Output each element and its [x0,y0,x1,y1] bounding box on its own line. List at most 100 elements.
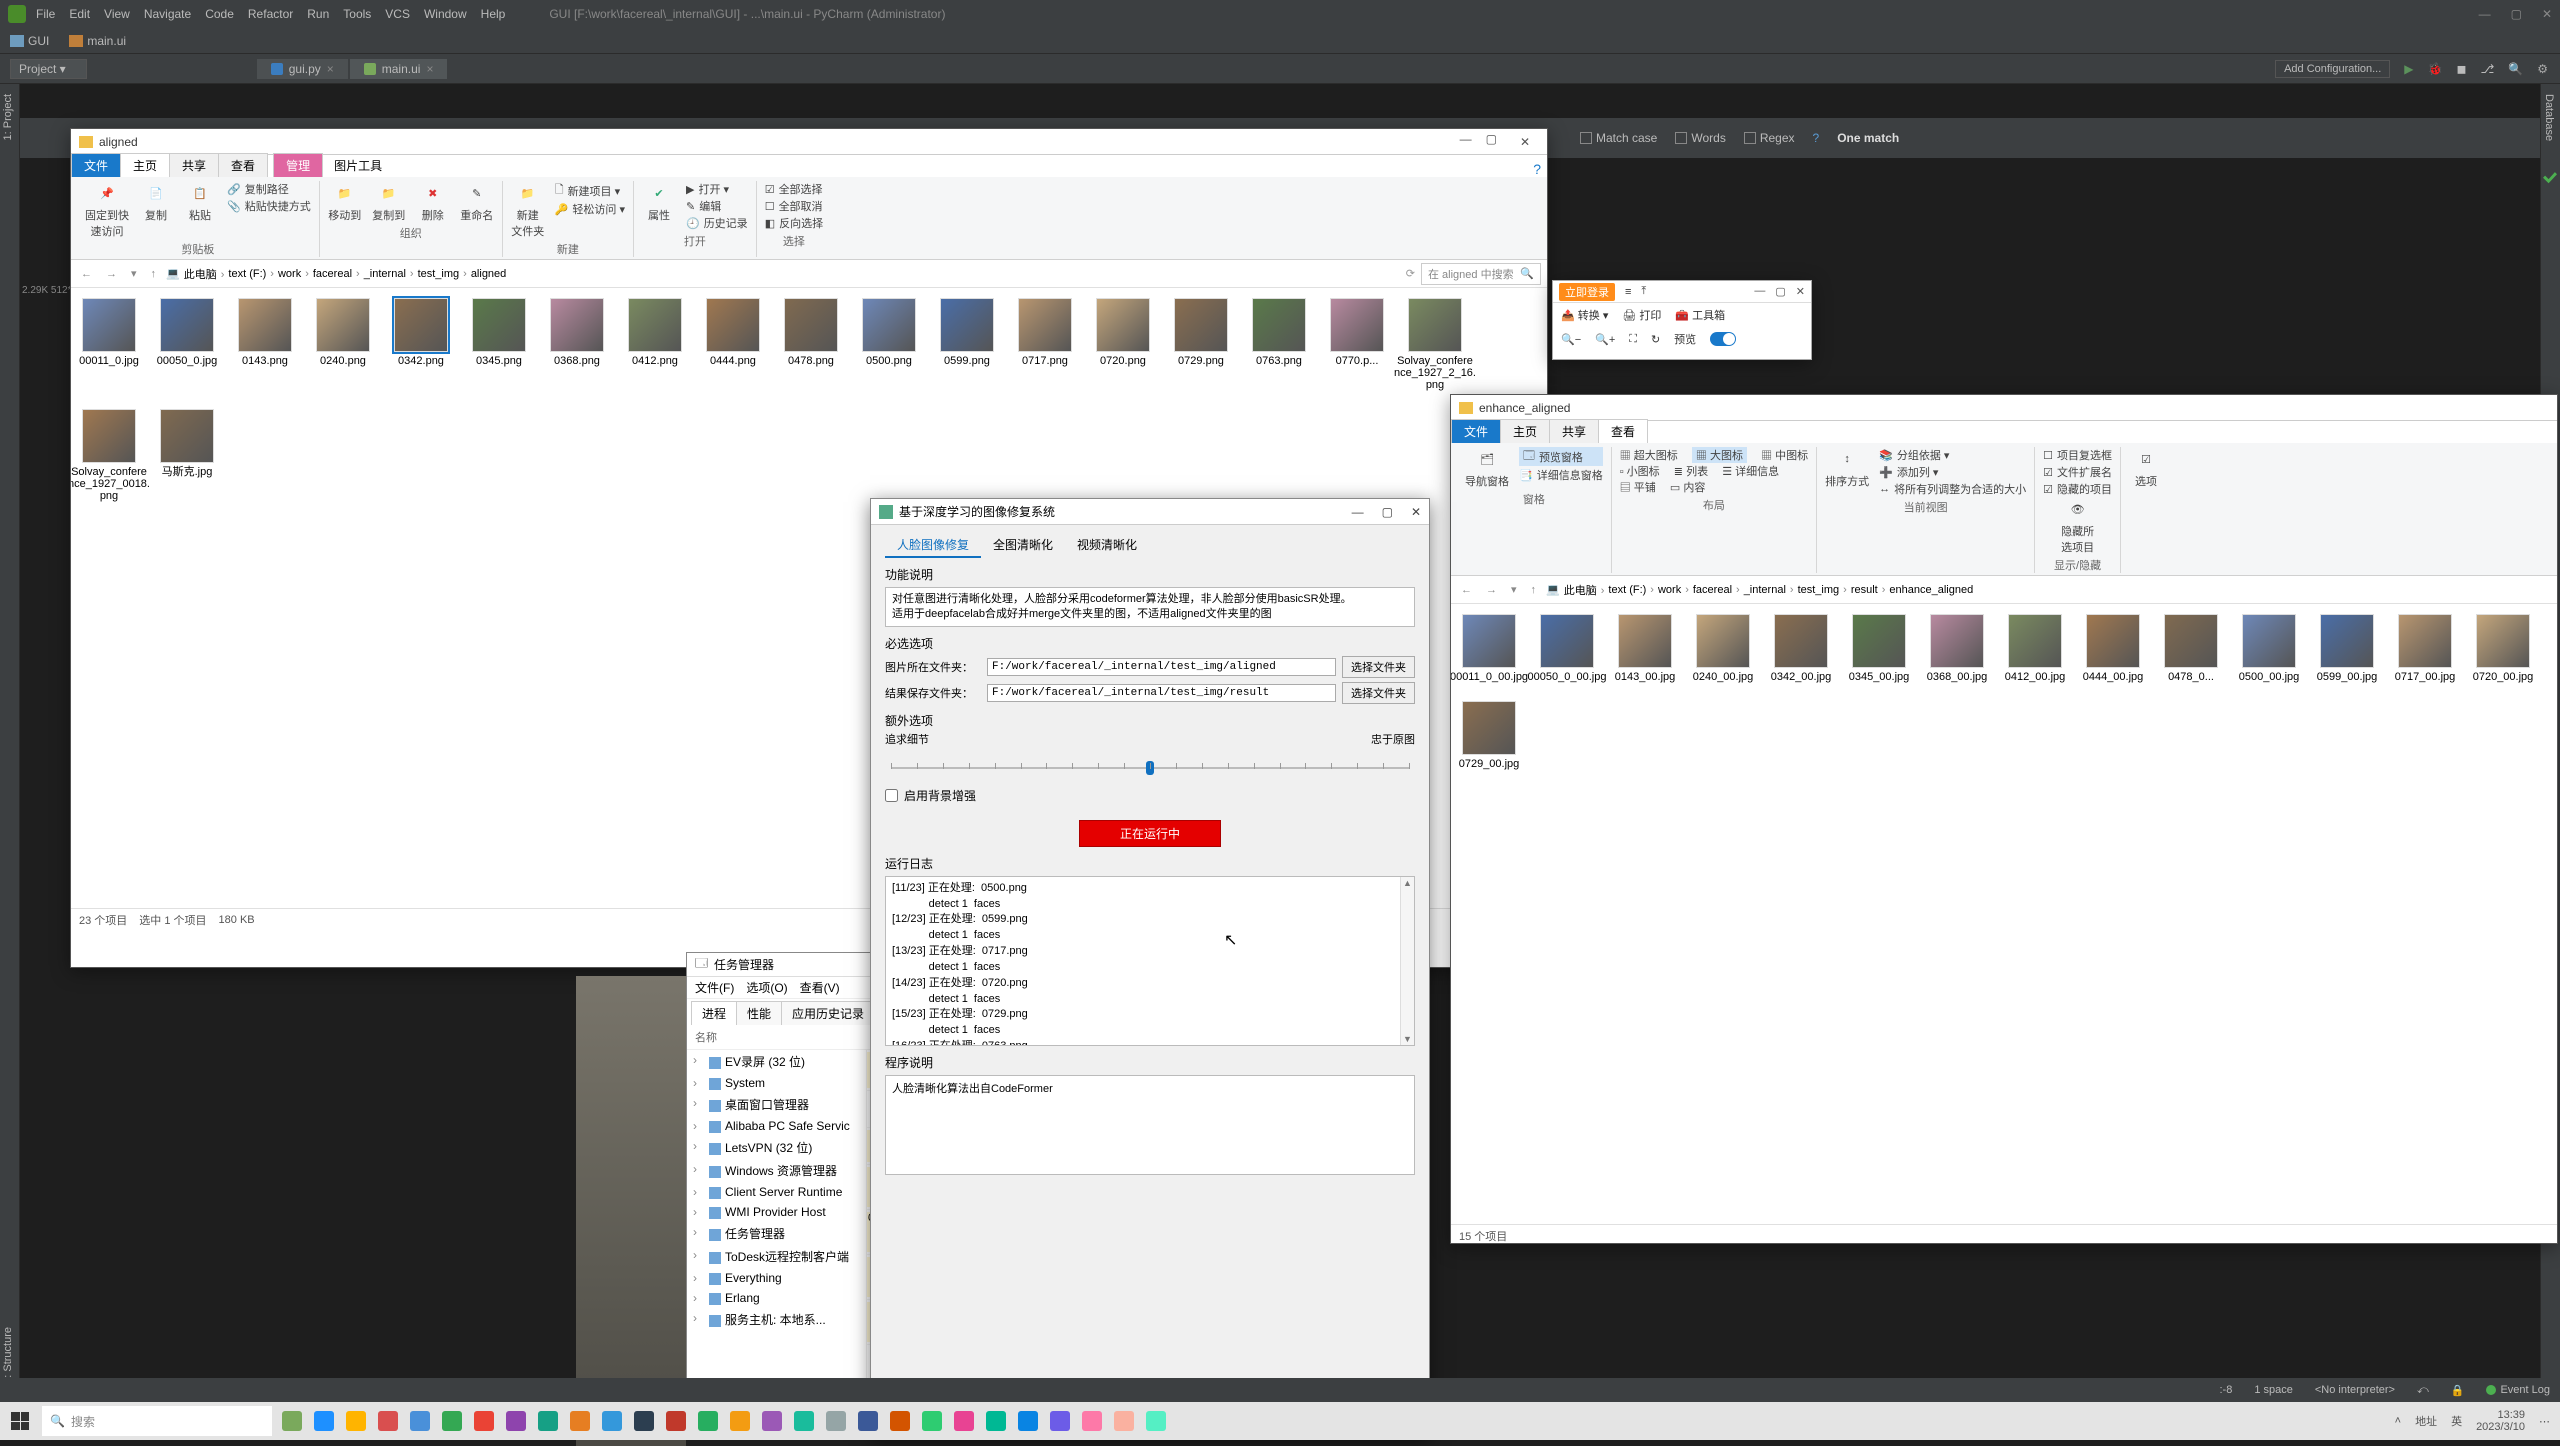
explorer1-title-search[interactable] [144,136,204,148]
maximize-icon[interactable]: ▢ [1486,132,1497,152]
file-thumbnail[interactable]: 0500.png [861,298,917,391]
expand-icon[interactable]: › [693,1248,697,1262]
file-thumbnail[interactable]: 0444_00.jpg [2085,614,2141,683]
process-item[interactable]: ›Client Server Runtime [687,1182,866,1202]
taskbar-app[interactable] [470,1406,498,1436]
convert-dropdown[interactable]: 📤 转换 ▾ [1561,307,1608,323]
process-item[interactable]: ›EV录屏 (32 位) [687,1050,866,1073]
toolbox-button[interactable]: 🧰 工具箱 [1675,307,1725,323]
tab-view[interactable]: 查看 [218,153,268,177]
taskbar-app[interactable] [886,1406,914,1436]
tray-ime-label[interactable]: 英 [2451,1413,2462,1429]
small-icons[interactable]: ▫ 小图标 [1620,463,1660,479]
expand-icon[interactable]: › [693,1076,697,1090]
tab-share[interactable]: 共享 [169,153,219,177]
file-thumbnail[interactable]: 0444.png [705,298,761,391]
tm-menu-options[interactable]: 选项(O) [746,979,787,996]
taskbar-app[interactable] [918,1406,946,1436]
menu-refactor[interactable]: Refactor [248,7,293,21]
taskbar-clock[interactable]: 13:392023/3/10 [2476,1409,2525,1433]
file-thumbnail[interactable]: Solvay_confere nce_1927_2_16. png [1407,298,1463,391]
taskbar-app[interactable] [950,1406,978,1436]
item-checkboxes[interactable]: ☐ 项目复选框 [2043,447,2112,463]
tab-home[interactable]: 主页 [120,153,170,177]
hidden-items[interactable]: ☑ 隐藏的项目 [2043,481,2112,497]
fit-icon[interactable]: ⛶ [1629,333,1637,346]
file-thumbnail[interactable]: 00050_0_00.jpg [1539,614,1595,683]
copy-path[interactable]: 🔗 复制路径 [227,181,311,197]
tab-home[interactable]: 主页 [1500,419,1550,443]
file-thumbnail[interactable]: 0717_00.jpg [2397,614,2453,683]
gutter-project[interactable]: 1: Project [0,84,16,150]
fidelity-slider[interactable] [891,753,1409,781]
file-thumbnail[interactable]: 0478_0... [2163,614,2219,683]
scroll-up-icon[interactable]: ▲ [1403,877,1412,889]
expand-icon[interactable]: › [693,1225,697,1239]
file-thumbnail[interactable]: Solvay_confere nce_1927_0018. png [81,409,137,502]
close-tab-icon[interactable]: × [426,62,433,76]
taskbar-app[interactable] [1142,1406,1170,1436]
indent-indicator[interactable]: 1 space [2254,1384,2293,1396]
taskbar-app[interactable] [502,1406,530,1436]
taskbar-app[interactable] [598,1406,626,1436]
process-item[interactable]: ›任务管理器 [687,1222,866,1245]
taskbar-app[interactable] [1046,1406,1074,1436]
menu-window[interactable]: Window [424,7,467,21]
expand-icon[interactable]: › [693,1096,697,1110]
taskbar-app[interactable] [854,1406,882,1436]
recent-icon[interactable]: ▾ [127,267,141,280]
taskbar-app[interactable] [790,1406,818,1436]
delete-button[interactable]: ✖删除 [416,181,450,223]
close-icon[interactable]: ✕ [1796,285,1805,298]
minimize-icon[interactable]: — [1352,505,1364,519]
bc-file[interactable]: main.ui [87,34,126,48]
interpreter-indicator[interactable]: <No interpreter> [2315,1384,2395,1396]
line-sep-icon[interactable]: ⤺ [2417,1384,2429,1397]
file-thumbnail[interactable]: 0720.png [1095,298,1151,391]
toolwin-list-icon[interactable]: ≡ [1625,286,1631,298]
close-tab-icon[interactable]: × [327,62,334,76]
forward-icon[interactable]: → [102,268,121,280]
expand-icon[interactable]: › [693,1185,697,1199]
minimize-icon[interactable]: — [2479,7,2491,21]
close-icon[interactable]: ✕ [1411,505,1421,519]
easy-access[interactable]: 🔑 轻松访问 ▾ [555,201,625,217]
menu-tools[interactable]: Tools [343,7,371,21]
options[interactable]: ☑选项 [2129,447,2163,489]
taskbar-app[interactable] [630,1406,658,1436]
taskbar-app[interactable] [278,1406,306,1436]
menu-file[interactable]: File [36,7,55,21]
taskbar-app[interactable] [726,1406,754,1436]
tab-file[interactable]: 文件 [1451,419,1501,443]
file-thumbnail[interactable]: 00050_0.jpg [159,298,215,391]
taskbar-app[interactable] [534,1406,562,1436]
help-icon[interactable]: ? [1533,161,1541,177]
tm-menu-view[interactable]: 查看(V) [800,979,840,996]
rename-button[interactable]: ✎重命名 [460,181,494,223]
file-thumbnail[interactable]: 0143_00.jpg [1617,614,1673,683]
tab-face-restore[interactable]: 人脸图像修复 [885,533,981,558]
group-by[interactable]: 📚 分组依据 ▾ [1879,447,2026,463]
process-item[interactable]: ›System [687,1073,866,1093]
preview-pane[interactable]: 🗔 预览窗格 [1519,447,1603,466]
file-thumbnail[interactable]: 0717.png [1017,298,1073,391]
file-thumbnail[interactable]: 0412.png [627,298,683,391]
expand-icon[interactable]: › [693,1119,697,1133]
settings-icon[interactable]: ⚙ [2537,62,2548,76]
editor-tab-gui[interactable]: gui.py× [257,59,348,79]
log-output[interactable]: [11/23] 正在处理: 0500.png detect 1 faces [1… [885,876,1415,1046]
process-item[interactable]: ›服务主机: 本地系... [687,1308,866,1331]
tm-tab-processes[interactable]: 进程 [691,1001,737,1025]
process-item[interactable]: ›LetsVPN (32 位) [687,1136,866,1159]
file-thumbnail[interactable]: 0599_00.jpg [2319,614,2375,683]
taskbar-app[interactable] [406,1406,434,1436]
tab-view[interactable]: 查看 [1598,419,1648,443]
project-dropdown[interactable]: Project ▾ [10,59,87,79]
taskbar-app[interactable] [822,1406,850,1436]
breadcrumb-path[interactable]: 💻 此电脑 text (F:) work facereal _internal … [1546,582,2551,598]
process-item[interactable]: ›WMI Provider Host [687,1202,866,1222]
dlg-titlebar[interactable]: 基于深度学习的图像修复系统 —▢✕ [871,499,1429,525]
explorer1-search[interactable]: 在 aligned 中搜索🔍 [1421,263,1541,285]
tab-manage[interactable]: 管理 [273,153,323,177]
taskbar-app[interactable] [662,1406,690,1436]
